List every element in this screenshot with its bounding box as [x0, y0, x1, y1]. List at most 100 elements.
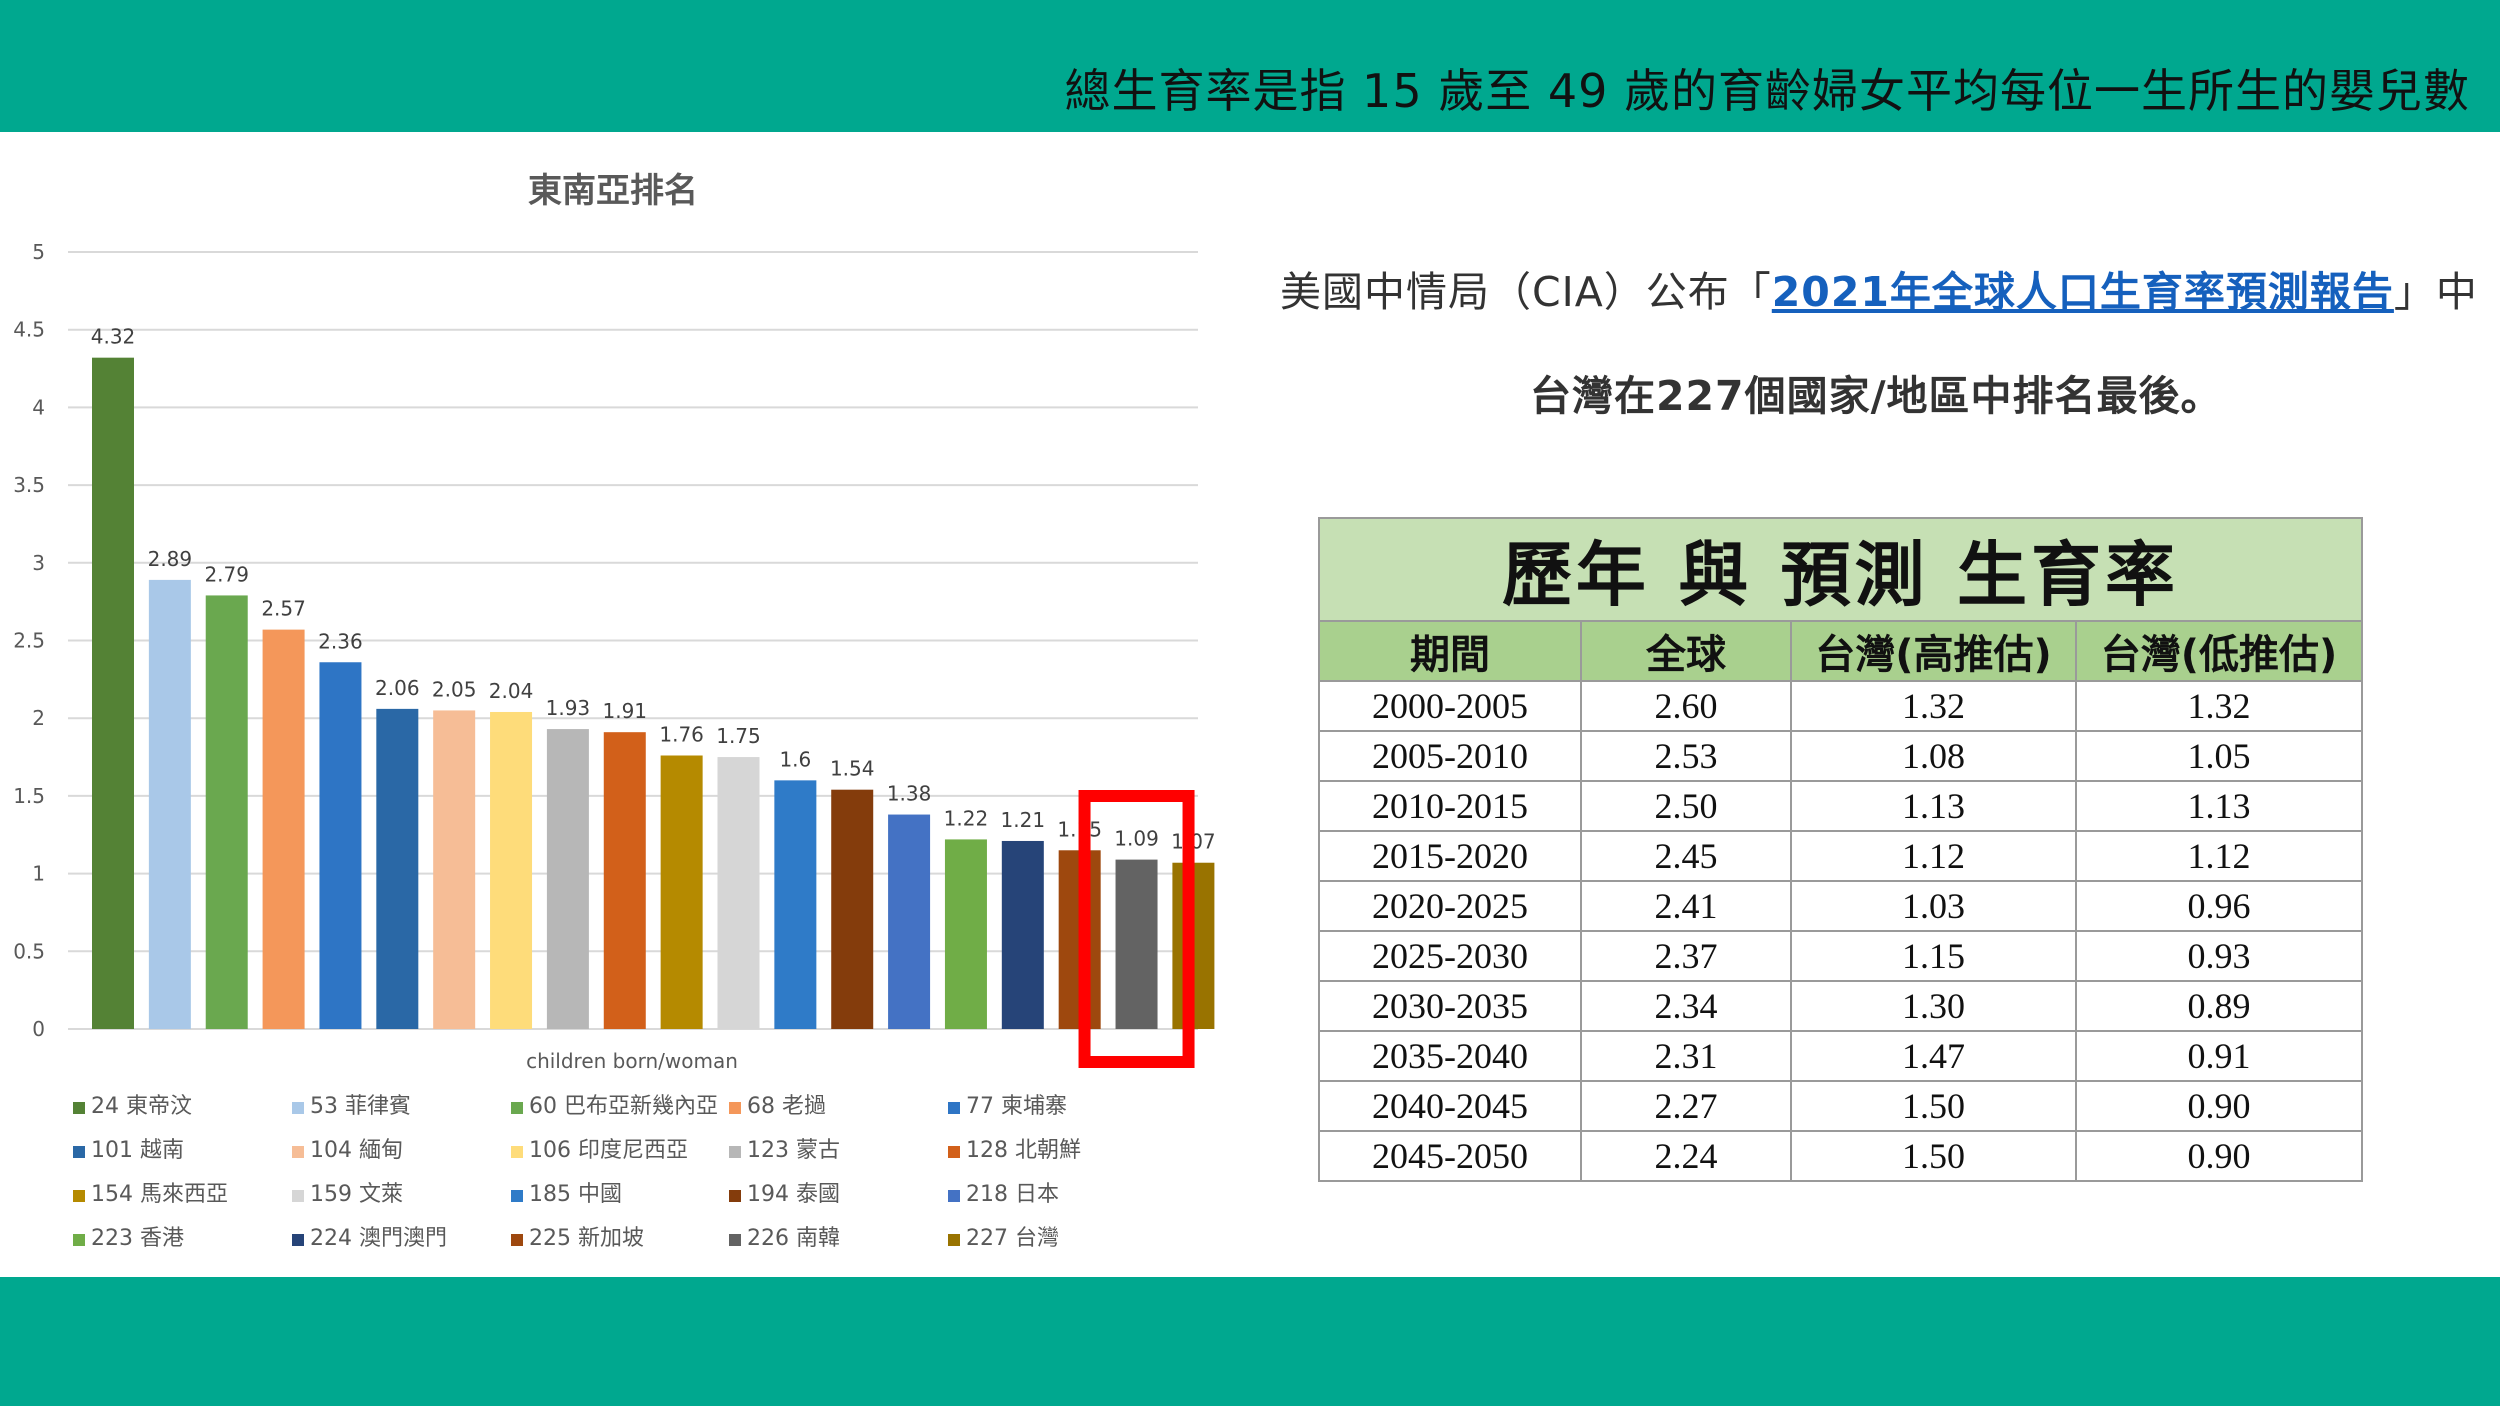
taiwan-high-cell: 1.30 — [1790, 980, 2077, 1032]
legend-swatch — [73, 1190, 85, 1202]
global-cell: 2.27 — [1580, 1080, 1792, 1132]
header-period: 期間 — [1318, 620, 1582, 682]
taiwan-low-cell: 0.89 — [2075, 980, 2363, 1032]
legend-entry: 223 香港 — [91, 1226, 184, 1251]
bar — [660, 755, 703, 1029]
data-label: 1.21 — [1001, 808, 1046, 832]
legend-entry: 225 新加坡 — [529, 1226, 644, 1251]
period-cell: 2020-2025 — [1318, 880, 1582, 932]
period-cell: 2015-2020 — [1318, 830, 1582, 882]
data-label: 2.89 — [148, 547, 193, 571]
data-label: 1.22 — [944, 806, 989, 830]
taiwan-high-cell: 1.08 — [1790, 730, 2077, 782]
global-cell: 2.53 — [1580, 730, 1792, 782]
report-link[interactable]: 2021年全球人口生育率預測報告 — [1772, 268, 2394, 316]
header-taiwan-low: 台灣(低推估) — [2075, 620, 2363, 682]
x-axis-label: children born/woman — [526, 1049, 738, 1073]
legend-swatch — [511, 1102, 523, 1114]
global-cell: 2.31 — [1580, 1030, 1792, 1082]
data-label: 1.38 — [887, 782, 932, 806]
period-cell: 2045-2050 — [1318, 1130, 1582, 1182]
taiwan-high-cell: 1.13 — [1790, 780, 2077, 832]
legend-swatch — [511, 1190, 523, 1202]
table-row: 2045-2050 2.24 1.50 0.90 — [1318, 1130, 2363, 1182]
taiwan-low-cell: 0.93 — [2075, 930, 2363, 982]
global-cell: 2.60 — [1580, 680, 1792, 732]
data-label: 2.06 — [375, 676, 420, 700]
legend-entry: 60 巴布亞新幾內亞 — [529, 1094, 718, 1119]
legend-swatch — [729, 1234, 741, 1246]
y-tick-label: 2.5 — [13, 629, 45, 653]
legend-swatch — [292, 1102, 304, 1114]
legend-entry: 154 馬來西亞 — [91, 1182, 228, 1207]
legend-entry: 104 緬甸 — [310, 1138, 403, 1163]
y-tick-label: 4.5 — [13, 318, 45, 342]
global-cell: 2.41 — [1580, 880, 1792, 932]
legend-entry: 185 中國 — [529, 1182, 622, 1207]
legend-entry: 227 台灣 — [966, 1226, 1059, 1251]
period-cell: 2010-2015 — [1318, 780, 1582, 832]
period-cell: 2040-2045 — [1318, 1080, 1582, 1132]
top-banner: 總生育率是指 15 歲至 49 歲的育齡婦女平均每位一生所生的嬰兒數 — [0, 0, 2500, 132]
legend-entry: 128 北朝鮮 — [966, 1138, 1081, 1163]
legend-swatch — [729, 1102, 741, 1114]
y-tick-label: 0 — [32, 1017, 45, 1041]
bar — [490, 711, 533, 1029]
period-cell: 2000-2005 — [1318, 680, 1582, 732]
bar — [319, 662, 362, 1029]
legend-entry: 68 老撾 — [747, 1094, 826, 1119]
legend-swatch — [948, 1102, 960, 1114]
legend-swatch — [948, 1146, 960, 1158]
fertility-rate-table: 歷年 與 預測 生育率 期間 全球 台灣(高推估) 台灣(低推估) 2000-2… — [1318, 517, 2363, 1182]
y-tick-label: 0.5 — [13, 939, 45, 963]
y-tick-label: 3.5 — [13, 473, 45, 497]
legend-swatch — [73, 1146, 85, 1158]
bottom-banner — [0, 1277, 2500, 1406]
table-row: 2000-2005 2.60 1.32 1.32 — [1318, 680, 2363, 732]
bar — [1001, 840, 1044, 1029]
taiwan-low-cell: 0.90 — [2075, 1080, 2363, 1132]
legend-entry: 53 菲律賓 — [310, 1094, 411, 1119]
table-title: 歷年 與 預測 生育率 — [1318, 517, 2363, 622]
taiwan-low-cell: 0.96 — [2075, 880, 2363, 932]
table-row: 2035-2040 2.31 1.47 0.91 — [1318, 1030, 2363, 1082]
period-cell: 2030-2035 — [1318, 980, 1582, 1032]
data-label: 2.04 — [489, 679, 534, 703]
table-row: 2025-2030 2.37 1.15 0.93 — [1318, 930, 2363, 982]
taiwan-low-cell: 1.13 — [2075, 780, 2363, 832]
taiwan-high-cell: 1.03 — [1790, 880, 2077, 932]
chart-title: 東南亞排名 — [528, 171, 698, 211]
data-label: 1.76 — [659, 722, 704, 746]
legend-entry: 218 日本 — [966, 1182, 1059, 1207]
table-body: 2000-2005 2.60 1.32 1.32 2005-2010 2.53 1.08 1.… — [1318, 680, 2363, 1182]
data-label: 1.93 — [546, 696, 591, 720]
bar — [262, 629, 305, 1029]
data-label: 2.36 — [318, 629, 363, 653]
bar — [603, 732, 646, 1029]
y-tick-label: 1.5 — [13, 784, 45, 808]
legend-swatch — [73, 1234, 85, 1246]
taiwan-low-cell: 1.12 — [2075, 830, 2363, 882]
global-cell: 2.24 — [1580, 1130, 1792, 1182]
bar — [774, 780, 817, 1029]
table-row: 2030-2035 2.34 1.30 0.89 — [1318, 980, 2363, 1032]
cia-statement: 美國中情局（CIA）公布「2021年全球人口生育率預測報告」中 — [1280, 258, 2477, 318]
data-label: 1.54 — [830, 757, 875, 781]
legend-entry: 106 印度尼西亞 — [529, 1138, 688, 1163]
table-row: 2040-2045 2.27 1.50 0.90 — [1318, 1080, 2363, 1132]
legend-entry: 101 越南 — [91, 1138, 184, 1163]
taiwan-high-cell: 1.32 — [1790, 680, 2077, 732]
legend-entry: 159 文萊 — [310, 1182, 403, 1207]
taiwan-low-cell: 0.91 — [2075, 1030, 2363, 1082]
bar — [831, 789, 874, 1029]
legend-swatch — [292, 1190, 304, 1202]
bar — [148, 579, 191, 1029]
global-cell: 2.45 — [1580, 830, 1792, 882]
legend-entry: 77 柬埔寨 — [966, 1094, 1067, 1119]
taiwan-low-cell: 1.05 — [2075, 730, 2363, 782]
legend-swatch — [511, 1146, 523, 1158]
cia-suffix: 」中 — [2393, 268, 2478, 316]
global-cell: 2.34 — [1580, 980, 1792, 1032]
bar — [433, 710, 476, 1029]
rank-statement: 台灣在227個國家/地區中排名最後。 — [1530, 372, 2223, 420]
